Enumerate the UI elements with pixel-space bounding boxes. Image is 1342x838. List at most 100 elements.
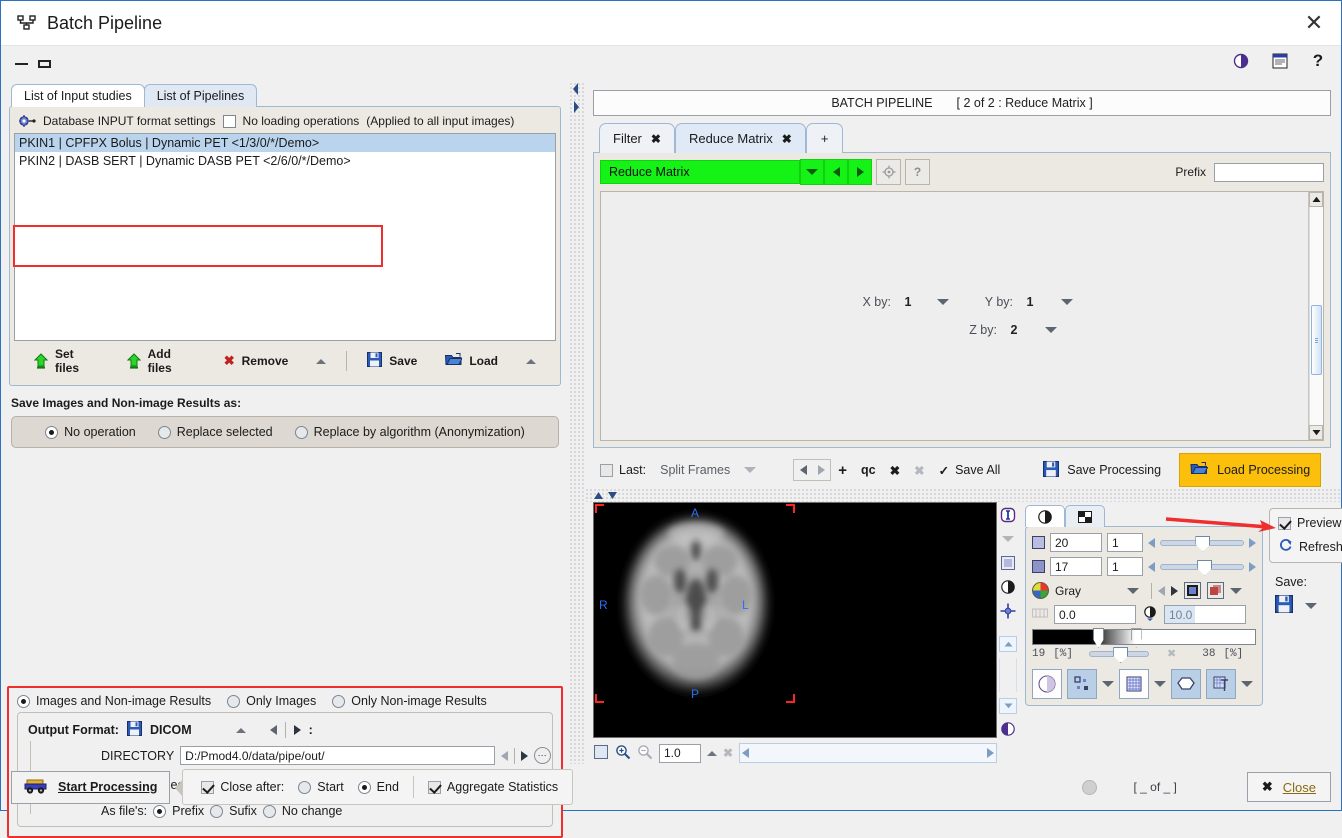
frame-input[interactable] — [1050, 557, 1102, 576]
max-threshold-input[interactable] — [1164, 605, 1246, 624]
load-processing-button[interactable]: Load Processing — [1179, 453, 1322, 487]
scrollbar-thumb[interactable] — [1311, 305, 1322, 376]
frame-next-icon[interactable] — [1249, 561, 1256, 572]
preview-checkbox-row[interactable]: Preview — [1278, 516, 1341, 530]
tab-reduce-matrix[interactable]: Reduce Matrix ✖ — [674, 123, 806, 153]
palette-options-icon[interactable] — [1207, 582, 1224, 599]
last-checkbox-group[interactable]: Last: — [593, 463, 653, 477]
slice-input[interactable] — [1050, 533, 1102, 552]
radio-no-operation[interactable]: No operation — [45, 425, 136, 439]
remove-more-button[interactable] — [302, 358, 340, 364]
stage-help-button[interactable]: ? — [905, 159, 930, 185]
layout-tab-icon[interactable] — [1065, 505, 1105, 527]
fit-icon[interactable] — [593, 744, 609, 763]
load-more-button[interactable] — [512, 358, 550, 364]
scroll-left-icon[interactable] — [742, 748, 750, 758]
crosshair-icon[interactable] — [999, 602, 1017, 620]
collapse-up-icon[interactable] — [593, 489, 604, 503]
zoom-out-icon[interactable] — [637, 744, 653, 763]
tab-list-of-input-studies[interactable]: List of Input studies — [11, 84, 145, 107]
scrollbar-track[interactable] — [1309, 207, 1323, 425]
restore-icon[interactable] — [38, 60, 51, 68]
radio-replace-by-algorithm[interactable]: Replace by algorithm (Anonymization) — [294, 425, 525, 439]
window-close-button[interactable]: ✕ — [1297, 6, 1331, 40]
start-processing-button[interactable]: Start Processing — [11, 770, 171, 804]
save-all-button[interactable]: ✓ Save All — [932, 463, 1008, 478]
x-by-value[interactable]: 1 — [901, 295, 915, 309]
scroll-right-icon[interactable] — [987, 748, 994, 758]
palette-next-icon[interactable] — [1171, 585, 1178, 596]
colorbar-high-handle[interactable] — [1130, 628, 1142, 648]
annotation-icon[interactable] — [1206, 669, 1236, 699]
zoom-in-icon[interactable] — [615, 744, 631, 763]
last-checkbox[interactable] — [600, 463, 613, 477]
chevron-up-icon[interactable] — [707, 750, 717, 756]
scroll-up-button[interactable] — [1309, 192, 1323, 207]
radio-close-after-start[interactable]: Start — [298, 780, 344, 794]
set-files-button[interactable]: Set files — [20, 347, 113, 375]
tab-list-of-pipelines[interactable]: List of Pipelines — [143, 84, 258, 107]
tools-dropdown-icon[interactable] — [1241, 681, 1253, 687]
grid-dropdown-icon[interactable] — [1154, 681, 1166, 687]
close-after-checkbox-group[interactable]: Close after: — [201, 780, 284, 794]
save-snapshot-button[interactable] — [1275, 595, 1293, 616]
frame-slider[interactable] — [1160, 559, 1244, 576]
browse-button[interactable]: ⋯ — [534, 747, 552, 764]
chevron-down-icon[interactable] — [744, 467, 757, 473]
tab-add-stage[interactable]: + — [805, 123, 844, 153]
remove-stage-button[interactable]: ✖ — [883, 463, 907, 478]
marker-icon[interactable] — [1067, 669, 1097, 699]
chevron-down-icon[interactable] — [999, 530, 1017, 548]
grid-icon[interactable] — [1119, 669, 1149, 699]
radio-button[interactable] — [332, 694, 346, 708]
contrast-toggle-icon[interactable] — [999, 720, 1017, 738]
y-by-value[interactable]: 1 — [1023, 295, 1037, 309]
settings-gear-icon[interactable] — [18, 114, 36, 128]
close-after-checkbox[interactable] — [201, 780, 215, 794]
horizontal-splitter[interactable] — [585, 488, 1341, 502]
prefix-input[interactable] — [1214, 162, 1324, 182]
palette-name[interactable]: Gray — [1055, 584, 1121, 598]
marker-dropdown-icon[interactable] — [1102, 681, 1114, 687]
aggregate-statistics-checkbox[interactable] — [427, 780, 441, 794]
image-horizontal-scrollbar[interactable] — [739, 743, 997, 763]
radio-close-after-end[interactable]: End — [357, 780, 399, 794]
slice-slider[interactable] — [1160, 535, 1244, 552]
contrast-tab-icon[interactable] — [1025, 505, 1065, 527]
percent-slider[interactable] — [1089, 647, 1150, 663]
collapse-down-icon[interactable] — [607, 489, 618, 503]
output-format-value[interactable]: DICOM — [150, 723, 192, 737]
refresh-button[interactable]: Refresh — [1278, 538, 1342, 555]
list-item[interactable]: PKIN1 | CPFPX Bolus | Dynamic PET <1/3/0… — [15, 134, 555, 152]
slice-next-icon[interactable] — [1249, 537, 1256, 548]
stage-nav-prev[interactable] — [794, 460, 812, 480]
add-stage-button[interactable]: + — [831, 462, 854, 479]
slice-prev-icon[interactable] — [1148, 537, 1155, 548]
remove-all-stages-button[interactable]: ✖ — [907, 463, 931, 478]
list-item[interactable]: PKIN2 | DASB SERT | Dynamic DASB PET <2/… — [15, 152, 555, 170]
stage-dropdown-button[interactable] — [800, 159, 824, 185]
threshold-contrast-icon[interactable] — [1142, 605, 1158, 624]
next-arrow-icon[interactable] — [521, 750, 529, 761]
frame-prev-icon[interactable] — [1148, 561, 1155, 572]
palette-prev-icon[interactable] — [1158, 585, 1165, 596]
add-files-button[interactable]: Add files — [113, 347, 210, 375]
next-arrow-icon[interactable] — [293, 725, 301, 735]
z-by-dropdown-icon[interactable] — [1045, 327, 1057, 333]
tab-filter[interactable]: Filter ✖ — [599, 123, 675, 153]
prev-arrow-icon[interactable] — [501, 750, 509, 761]
stage-nav-next[interactable] — [812, 460, 830, 480]
percent-reset-icon[interactable]: ✖ — [1167, 647, 1176, 661]
layout-icon[interactable] — [999, 554, 1017, 572]
input-studies-list[interactable]: PKIN1 | CPFPX Bolus | Dynamic PET <1/3/0… — [14, 133, 556, 341]
contrast-icon[interactable] — [1231, 50, 1253, 72]
y-by-dropdown-icon[interactable] — [1061, 299, 1073, 305]
z-by-value[interactable]: 2 — [1007, 323, 1021, 337]
help-icon[interactable]: ? — [1307, 50, 1329, 72]
palette-icon[interactable] — [1032, 582, 1049, 599]
preview-checkbox[interactable] — [1278, 516, 1291, 530]
radio-button[interactable] — [17, 694, 30, 708]
minimize-icon[interactable] — [15, 63, 28, 65]
clear-icon[interactable]: ✖ — [723, 746, 733, 760]
roi-shape-icon[interactable] — [1171, 669, 1201, 699]
